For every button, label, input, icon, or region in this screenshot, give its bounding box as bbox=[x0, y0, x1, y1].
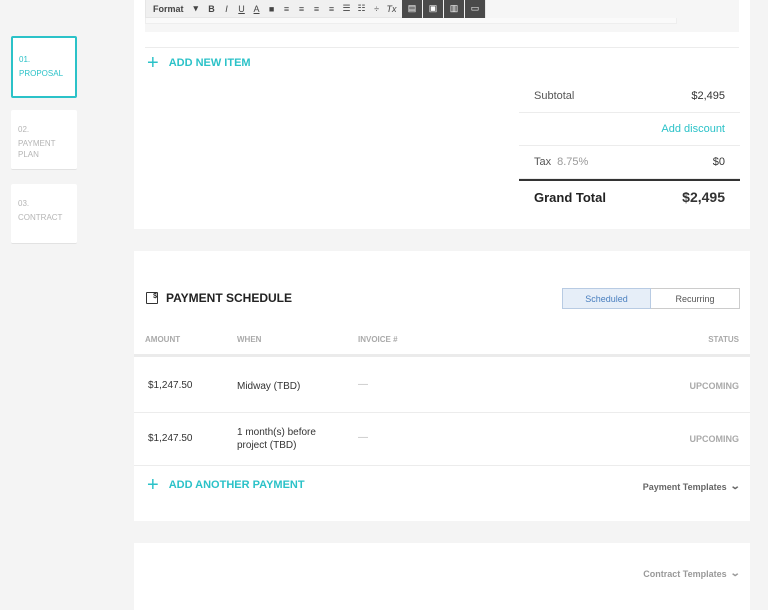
subtotal-label: Subtotal bbox=[534, 90, 575, 102]
payment-templates-label: Payment Templates bbox=[642, 481, 727, 492]
highlight-button[interactable]: ■ bbox=[264, 0, 279, 17]
insert-page-button[interactable]: ▭ bbox=[465, 0, 486, 18]
contract-card: Contract Templates ⌄ bbox=[134, 543, 750, 610]
payment-when: 1 month(s) before project (TBD) bbox=[237, 427, 316, 451]
calendar-money-icon: $ bbox=[146, 292, 158, 304]
add-new-item-label: ADD NEW ITEM bbox=[168, 57, 251, 69]
add-discount-link[interactable]: Add discount bbox=[661, 123, 725, 135]
table-row[interactable]: $1,247.50 Midway (TBD) — UPCOMING bbox=[134, 360, 750, 413]
payment-amount: $1,247.50 bbox=[148, 433, 193, 444]
column-invoice: INVOICE # bbox=[358, 335, 398, 344]
step-label: PROPOSAL bbox=[19, 69, 64, 78]
tab-recurring[interactable]: Recurring bbox=[651, 288, 740, 309]
totals-summary: Subtotal $2,495 Add discount Tax 8.75% $0… bbox=[519, 80, 740, 213]
tax-row: Tax 8.75% $0 bbox=[519, 146, 740, 179]
bold-button[interactable]: B bbox=[204, 0, 219, 17]
align-left-button[interactable]: ≡ bbox=[279, 0, 294, 17]
payment-schedule-title: PAYMENT SCHEDULE bbox=[166, 291, 293, 305]
plus-icon: + bbox=[147, 52, 159, 74]
insert-block-button[interactable]: ▥ bbox=[444, 0, 465, 18]
payment-templates-dropdown[interactable]: Payment Templates ⌄ bbox=[642, 481, 741, 492]
bullet-list-button[interactable]: ☰ bbox=[339, 0, 354, 17]
payment-invoice: — bbox=[358, 432, 368, 443]
payment-table-header: AMOUNT WHEN INVOICE # STATUS bbox=[134, 329, 750, 357]
step-number: 01. bbox=[19, 55, 31, 64]
insert-field-button[interactable]: ▤ bbox=[402, 0, 423, 18]
tax-rate[interactable]: 8.75% bbox=[557, 156, 588, 168]
chevron-down-icon: ⌄ bbox=[729, 481, 741, 492]
subtotal-row: Subtotal $2,495 bbox=[519, 80, 740, 113]
payment-invoice: — bbox=[358, 379, 368, 390]
tax-label: Tax bbox=[534, 156, 552, 168]
column-when: WHEN bbox=[237, 335, 262, 344]
grand-total-row: Grand Total $2,495 bbox=[519, 179, 740, 213]
contract-templates-label: Contract Templates bbox=[643, 568, 727, 579]
italic-button[interactable]: I bbox=[219, 0, 234, 17]
payment-when: Midway (TBD) bbox=[237, 381, 301, 392]
tab-scheduled[interactable]: Scheduled bbox=[562, 288, 651, 309]
divider bbox=[145, 47, 739, 48]
format-dropdown[interactable]: Format ▾ bbox=[146, 3, 204, 14]
align-right-button[interactable]: ≡ bbox=[309, 0, 324, 17]
step-number: 02. bbox=[18, 125, 30, 134]
plus-icon: + bbox=[147, 474, 159, 496]
grand-total-value: $2,495 bbox=[682, 189, 725, 205]
schedule-type-toggle: Scheduled Recurring bbox=[562, 288, 740, 309]
strikethrough-button[interactable]: ÷ bbox=[369, 0, 384, 17]
step-label: CONTRACT bbox=[18, 213, 63, 222]
font-color-button[interactable]: A bbox=[249, 0, 264, 17]
editor-toolbar: Format ▾ B I U A ■ ≡ ≡ ≡ ≡ ☰ ☷ ÷ Tx ▤ ▣ … bbox=[145, 0, 487, 18]
insert-image-button[interactable]: ▣ bbox=[423, 0, 444, 18]
step-proposal[interactable]: 01. PROPOSAL bbox=[11, 36, 77, 98]
justify-button[interactable]: ≡ bbox=[324, 0, 339, 17]
numbered-list-button[interactable]: ☷ bbox=[354, 0, 369, 17]
chevron-down-icon: ⌄ bbox=[729, 568, 741, 579]
grand-total-label: Grand Total bbox=[534, 189, 606, 205]
discount-row: Add discount bbox=[519, 113, 740, 146]
table-row[interactable]: $1,247.50 1 month(s) before project (TBD… bbox=[134, 413, 750, 466]
contract-templates-dropdown[interactable]: Contract Templates ⌄ bbox=[643, 568, 741, 579]
step-payment-plan[interactable]: 02. PAYMENT PLAN bbox=[11, 110, 77, 170]
payment-schedule-header: $ PAYMENT SCHEDULE bbox=[146, 291, 292, 305]
step-number: 03. bbox=[18, 199, 30, 208]
payment-amount: $1,247.50 bbox=[148, 380, 193, 391]
underline-button[interactable]: U bbox=[234, 0, 249, 17]
subtotal-value: $2,495 bbox=[691, 90, 725, 102]
align-center-button[interactable]: ≡ bbox=[294, 0, 309, 17]
payment-schedule-card: $ PAYMENT SCHEDULE Scheduled Recurring A… bbox=[134, 251, 750, 521]
proposal-card: Format ▾ B I U A ■ ≡ ≡ ≡ ≡ ☰ ☷ ÷ Tx ▤ ▣ … bbox=[134, 0, 750, 229]
tax-value: $0 bbox=[712, 156, 725, 168]
column-amount: AMOUNT bbox=[145, 335, 181, 344]
payment-status: UPCOMING bbox=[689, 434, 740, 444]
format-label: Format bbox=[153, 3, 184, 14]
step-contract[interactable]: 03. CONTRACT bbox=[11, 184, 77, 244]
editor-body[interactable] bbox=[145, 18, 677, 24]
add-another-payment-button[interactable]: + ADD ANOTHER PAYMENT bbox=[147, 474, 305, 496]
chevron-down-icon: ▾ bbox=[193, 3, 199, 13]
column-status: STATUS bbox=[708, 335, 739, 344]
editor-area[interactable]: Format ▾ B I U A ■ ≡ ≡ ≡ ≡ ☰ ☷ ÷ Tx ▤ ▣ … bbox=[145, 0, 739, 32]
clear-format-button[interactable]: Tx bbox=[384, 0, 399, 17]
payment-status: UPCOMING bbox=[689, 381, 740, 391]
add-new-item-button[interactable]: + ADD NEW ITEM bbox=[147, 52, 251, 74]
step-label: PAYMENT PLAN bbox=[18, 139, 56, 159]
add-payment-label: ADD ANOTHER PAYMENT bbox=[168, 479, 305, 491]
